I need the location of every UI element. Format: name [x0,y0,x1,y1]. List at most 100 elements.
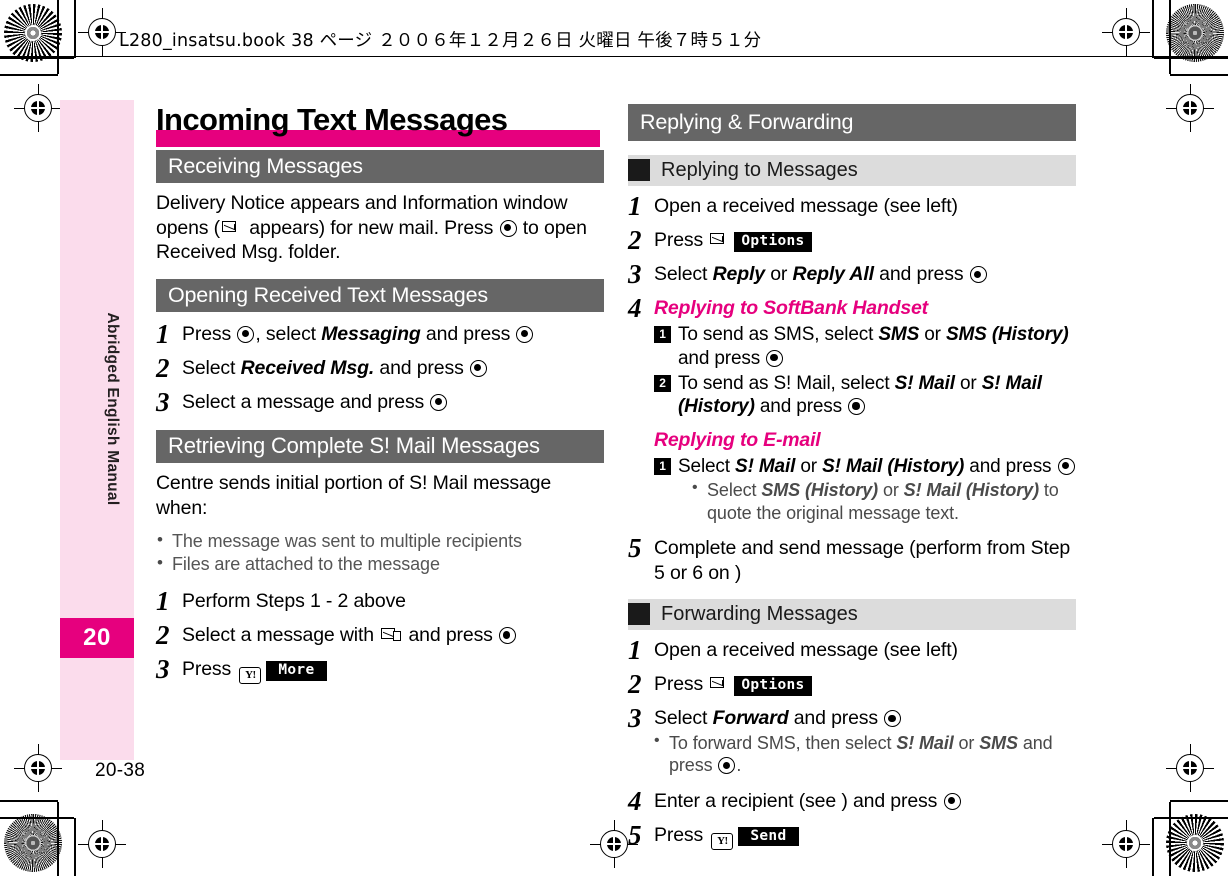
step-text: Select a message with and press [182,621,604,648]
substep-marker: 2 [654,374,671,392]
section-heading-retrieving-complete-smail: Retrieving Complete S! Mail Messages [156,429,604,464]
center-key-icon [943,792,961,810]
subsection-heading-replying-to-messages: Replying to Messages [628,155,1076,187]
crop-mark-top-left-h2 [0,57,74,59]
step-text-part: Select [182,356,241,379]
menu-item-name: S! Mail (History) [903,480,1039,501]
list-item: Files are attached to the message [156,552,604,575]
substeps-softbank: 1 To send as SMS, select SMS or SMS (Hist… [654,323,1076,419]
menu-item-name: S! Mail (History) [822,455,965,477]
step-text-part: Enter a recipient (see [654,789,842,812]
step-number: 4 [628,785,642,816]
step-number: 3 [156,386,170,417]
step-text-part: Select [654,263,713,286]
crop-mark-bottom-right-h [1170,800,1228,802]
center-key-icon [1057,457,1075,475]
step-text-part: or [764,263,793,286]
envelope-key-icon [710,233,730,248]
step-text: Press , select Messaging and press [182,320,604,347]
crop-mark-top-left-v [74,0,76,58]
step-item: 5 Complete and send message (perform fro… [628,534,1076,585]
step-number: 1 [628,635,642,666]
substep-text-part: and press [754,396,848,418]
substep-note-list: Select SMS (History) or S! Mail (History… [678,478,1076,524]
step-text: Press Y! More [182,655,604,685]
step-number: 2 [628,225,642,256]
menu-item-name: SMS [979,733,1018,754]
step-text: Select Received Msg. and press [182,354,604,381]
step-text-part: and press [374,356,469,379]
softkey-more: More [266,661,327,681]
print-slug-text: L280_insatsu.book 38 ページ ２００６年１２月２６日 火曜日… [119,31,762,51]
softkey-options: Options [734,232,812,253]
menu-item-name: Reply All [792,263,875,286]
registration-mark-bottom-right [1102,820,1150,868]
note-text-part: or [953,733,980,754]
step-text: Perform Steps 1 - 2 above [182,590,406,613]
note-text-part: . [736,755,742,776]
crop-mark-top-right-h [1170,74,1228,76]
envelope-with-attachment-icon [381,628,402,643]
yahoo-key-icon: Y! [239,667,262,685]
crop-mark-bottom-right-h2 [1154,817,1228,819]
steps-opening-received: 1 Press , select Messaging and press 2 S… [156,320,604,416]
menu-item-name: S! Mail [896,733,954,754]
step-text-part: and press [788,707,884,730]
substep-item: 1 Select S! Mail or S! Mail (History) and… [654,455,1076,524]
section-heading-receiving-messages: Receiving Messages [156,150,604,184]
print-star-target-bottom-right [1166,814,1224,872]
substep-text-part: To send as S! Mail, select [678,372,895,394]
step-number: 4 [628,293,642,324]
steps-retrieving: 1 Perform Steps 1 - 2 above 2 Select a m… [156,587,604,685]
step-number: 5 [628,532,642,563]
center-key-icon [884,710,902,728]
step-item: 2 Press Options [628,670,1076,698]
step-text: Select Forward and press To forward SMS,… [654,704,1076,780]
yahoo-key-icon: Y! [711,832,734,850]
envelope-icon [222,220,242,236]
step-text-part: Select [654,707,713,730]
page-folio-number: 20-38 [95,760,146,781]
substep-text-part: To send as SMS, select [678,324,879,346]
step-text: Select a message and press [182,388,604,415]
retrieving-intro-paragraph: Centre sends initial portion of S! Mail … [156,472,552,520]
menu-item-name: Messaging [321,322,421,345]
step-text-part: Complete and send message (perform from … [654,536,1071,584]
step-item: 2 Select a message with and press [156,621,604,649]
envelope-key-icon [710,677,730,692]
step-item: 2 Press Options [628,226,1076,254]
subsection-marker-square [628,603,650,626]
page-title: Incoming Text Messages [156,102,604,147]
menu-item-name: SMS (History) [945,324,1069,346]
step-text-part: Select a message with [182,624,380,647]
right-column: Replying & Forwarding Replying to Messag… [628,104,1076,856]
menu-item-name: SMS (History) [761,480,879,501]
step-number: 2 [156,352,170,383]
step-text: Open a received message (see left) [654,195,958,218]
substep-item: 2 To send as S! Mail, select S! Mail or S… [654,372,1076,420]
steps-forwarding: 1 Open a received message (see left) 2 P… [628,636,1076,850]
center-key-icon [499,219,517,237]
step-number: 3 [628,259,642,290]
step-text-part: Press [654,823,709,846]
crop-mark-bottom-right-v2 [1169,802,1171,876]
subsection-heading-text: Forwarding Messages [661,603,858,626]
menu-item-name: S! Mail [894,372,955,394]
center-key-icon [499,627,517,645]
section-heading-replying-forwarding: Replying & Forwarding [628,104,1076,142]
step-text-part: and press [420,322,516,345]
softkey-options: Options [734,676,812,697]
registration-mark-left-upper [14,84,62,132]
registration-mark-right-lower [1166,744,1214,792]
page-title-text: Incoming Text Messages [156,102,508,137]
step-text: Press Options [654,670,1076,697]
step-number: 1 [628,191,642,222]
crop-mark-bottom-left-v2 [57,802,59,876]
crop-mark-bottom-left-v [74,818,76,876]
center-key-icon [237,325,255,343]
retrieving-notes-list: The message was sent to multiple recipie… [156,529,604,576]
step-item: 1 Press , select Messaging and press [156,320,604,348]
substep-marker: 1 [654,457,671,475]
step-item: 1 Open a received message (see left) [628,636,1076,664]
para-part-2: appears) for new mail. Press [244,216,499,239]
